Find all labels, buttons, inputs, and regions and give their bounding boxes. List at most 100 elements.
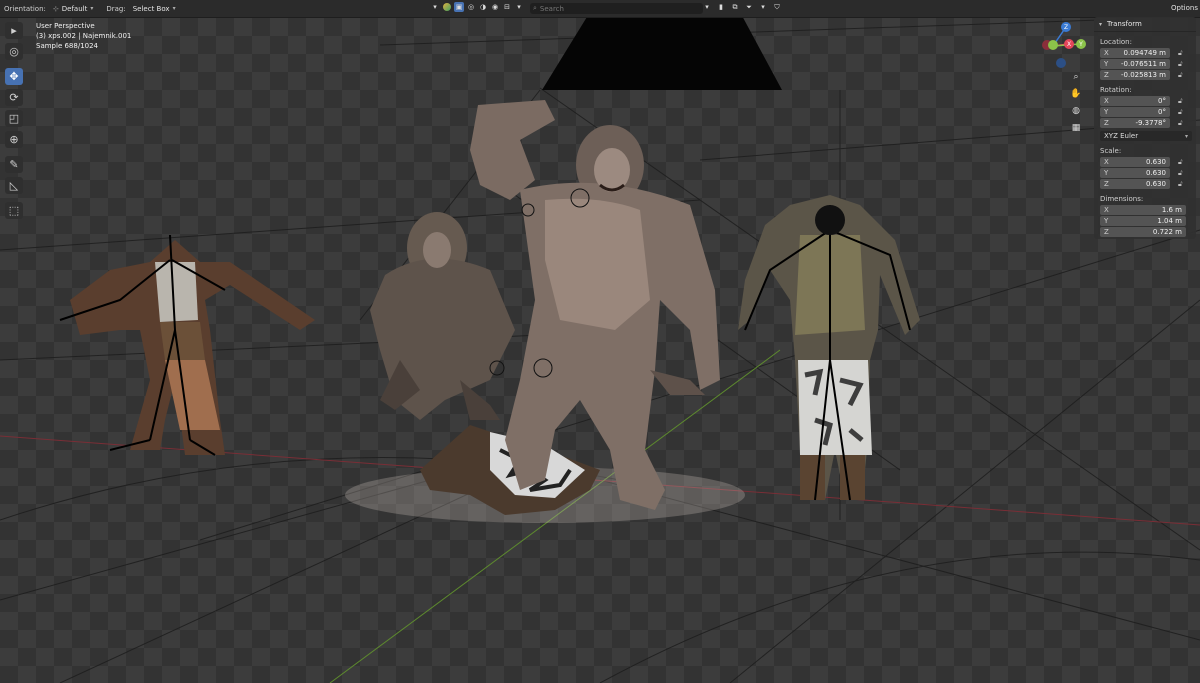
material-shading-icon[interactable]: ◉ (490, 2, 500, 12)
crosshair-icon: ◎ (9, 45, 19, 58)
rotation-mode-dropdown[interactable]: XYZ Euler ▾ (1100, 131, 1192, 141)
transform-title: Transform (1107, 20, 1142, 28)
render-sample-text: Sample 688/1024 (36, 42, 99, 50)
ruler-icon: ◺ (9, 179, 19, 192)
cursor-arrow-icon: ▸ (11, 24, 17, 37)
chevron-down-icon: ▾ (1184, 132, 1188, 140)
measure-tool[interactable]: ◺ (5, 177, 23, 194)
chevron-down-icon[interactable]: ▾ (702, 2, 712, 12)
lock-icon[interactable]: 🔓︎ (1178, 108, 1183, 117)
location-y-row: Y -0.076511 m 🔓︎ (1094, 59, 1196, 69)
tool-shelf: ▸ ◎ ✥ ⟳ ◰ ⊕ ✎ ◺ ⬚ (5, 22, 25, 223)
drag-label: Drag: (106, 4, 126, 13)
navigation-gizmo[interactable]: Z X Y (1036, 20, 1096, 70)
wireframe-shading-icon[interactable]: ◎ (466, 2, 476, 12)
options-menu[interactable]: Options (1171, 4, 1198, 12)
transform-icon: ⊕ (9, 133, 19, 146)
solid-shading-icon[interactable]: ◑ (478, 2, 488, 12)
drag-value: Select Box (132, 4, 170, 13)
location-z-field[interactable]: Z -0.025813 m (1100, 70, 1170, 80)
move-arrows-icon: ✥ (9, 70, 19, 83)
gizmo-neg-z[interactable] (1056, 58, 1066, 68)
dimensions-z-row: Z 0.722 m (1094, 227, 1196, 237)
rotation-z-field[interactable]: Z -9.3778° (1100, 118, 1170, 128)
chevron-down-icon[interactable]: ▾ (430, 2, 440, 12)
rotate-icon: ⟳ (9, 91, 19, 104)
active-object-text: (3) xps.002 | Najemnik.001 (36, 32, 132, 40)
scale-z-field[interactable]: Z 0.630 (1100, 179, 1170, 189)
lock-icon[interactable]: 🔓︎ (1178, 169, 1183, 178)
scale-x-field[interactable]: X 0.630 (1100, 157, 1170, 167)
select-box-tool[interactable]: ▸ (5, 22, 23, 39)
3d-viewport[interactable] (0, 0, 1200, 683)
chevron-down-icon: ▾ (172, 5, 176, 12)
gizmo-x[interactable]: X (1064, 39, 1074, 49)
bookmark-icon[interactable]: ▮ (716, 2, 726, 12)
orientation-label: Orientation: (4, 4, 46, 13)
gizmo-y[interactable]: Y (1076, 39, 1086, 49)
view-info-overlay: User Perspective (3) xps.002 | Najemnik.… (36, 21, 131, 51)
chevron-down-icon[interactable]: ▾ (758, 2, 768, 12)
view-perspective-text: User Perspective (36, 22, 95, 30)
location-x-row: X 0.094749 m 🔓︎ (1094, 48, 1196, 58)
scale-icon: ◰ (8, 112, 20, 125)
location-label: Location: (1100, 38, 1132, 46)
rotation-z-row: Z -9.3778° 🔓︎ (1094, 118, 1196, 128)
lock-icon[interactable]: 🔓︎ (1178, 119, 1183, 128)
orientation-dropdown[interactable]: ⊹ Default ▾ (50, 4, 96, 14)
layers-icon[interactable]: ⧉ (730, 2, 740, 12)
gizmo-y-neg[interactable] (1048, 40, 1058, 50)
scene-render (0, 12, 1200, 683)
dimensions-y-field[interactable]: Y 1.04 m (1100, 216, 1186, 226)
transform-panel-header[interactable]: ▾ Transform (1094, 17, 1196, 32)
overlay-sphere-icon[interactable] (442, 2, 452, 12)
lock-icon[interactable]: 🔓︎ (1178, 158, 1183, 167)
annotate-tool[interactable]: ✎ (5, 156, 23, 173)
viewport-shading-controls: ▾ ▣ ◎ ◑ ◉ ⊟ ▾ (430, 2, 524, 12)
dimensions-y-row: Y 1.04 m (1094, 216, 1196, 226)
add-cube-tool[interactable]: ⬚ (5, 202, 23, 219)
lock-icon[interactable]: 🔓︎ (1178, 60, 1183, 69)
rendered-shading-icon[interactable]: ⊟ (502, 2, 512, 12)
rotation-y-row: Y 0° 🔓︎ (1094, 107, 1196, 117)
lock-icon[interactable]: 🔓︎ (1178, 97, 1183, 106)
dimensions-label: Dimensions: (1100, 195, 1144, 203)
chevron-down-icon: ▾ (1099, 20, 1103, 28)
rotation-x-field[interactable]: X 0° (1100, 96, 1170, 106)
rotation-mode-value: XYZ Euler (1104, 132, 1139, 140)
chevron-down-icon[interactable]: ▾ (514, 2, 524, 12)
cursor-tool[interactable]: ◎ (5, 43, 23, 60)
dimensions-x-field[interactable]: X 1.6 m (1100, 205, 1186, 215)
zoom-icon[interactable]: ⌕ (1069, 70, 1083, 84)
filter-icon[interactable]: ⏷ (744, 2, 754, 12)
rotation-y-field[interactable]: Y 0° (1100, 107, 1170, 117)
navigation-tools: ⌕ ✋ ◍ ▦ (1069, 70, 1085, 138)
transform-panel: ▾ Transform Location: X 0.094749 m 🔓︎ Y -0… (1094, 17, 1196, 239)
hand-pan-icon[interactable]: ✋ (1069, 87, 1083, 101)
gizmo-z[interactable]: Z (1061, 22, 1071, 32)
camera-icon[interactable]: ◍ (1069, 104, 1083, 118)
location-y-field[interactable]: Y -0.076511 m (1100, 59, 1170, 69)
move-tool[interactable]: ✥ (5, 68, 23, 85)
rotation-x-row: X 0° 🔓︎ (1094, 96, 1196, 106)
scale-z-row: Z 0.630 🔓︎ (1094, 179, 1196, 189)
lock-icon[interactable]: 🔓︎ (1178, 71, 1183, 80)
lock-icon[interactable]: 🔓︎ (1178, 49, 1183, 58)
lock-icon[interactable]: 🔓︎ (1178, 180, 1183, 189)
dimensions-z-field[interactable]: Z 0.722 m (1100, 227, 1186, 237)
orientation-value: Default (61, 4, 88, 13)
search-input[interactable] (539, 4, 690, 13)
select-mode-icon[interactable]: ▣ (454, 2, 464, 12)
scale-tool[interactable]: ◰ (5, 110, 23, 127)
scale-y-row: Y 0.630 🔓︎ (1094, 168, 1196, 178)
transform-tool[interactable]: ⊕ (5, 131, 23, 148)
scale-y-field[interactable]: Y 0.630 (1100, 168, 1170, 178)
shield-icon[interactable]: ⛉ (772, 2, 782, 12)
location-x-field[interactable]: X 0.094749 m (1100, 48, 1170, 58)
grid-view-icon[interactable]: ▦ (1069, 121, 1083, 135)
header-right-tools: ▾ ▮ ⧉ ⏷ ▾ ⛉ (702, 2, 782, 12)
cube-icon: ⬚ (8, 204, 20, 217)
drag-dropdown[interactable]: Select Box ▾ (130, 4, 179, 14)
search-field[interactable]: ⌕ (530, 3, 703, 14)
rotate-tool[interactable]: ⟳ (5, 89, 23, 106)
